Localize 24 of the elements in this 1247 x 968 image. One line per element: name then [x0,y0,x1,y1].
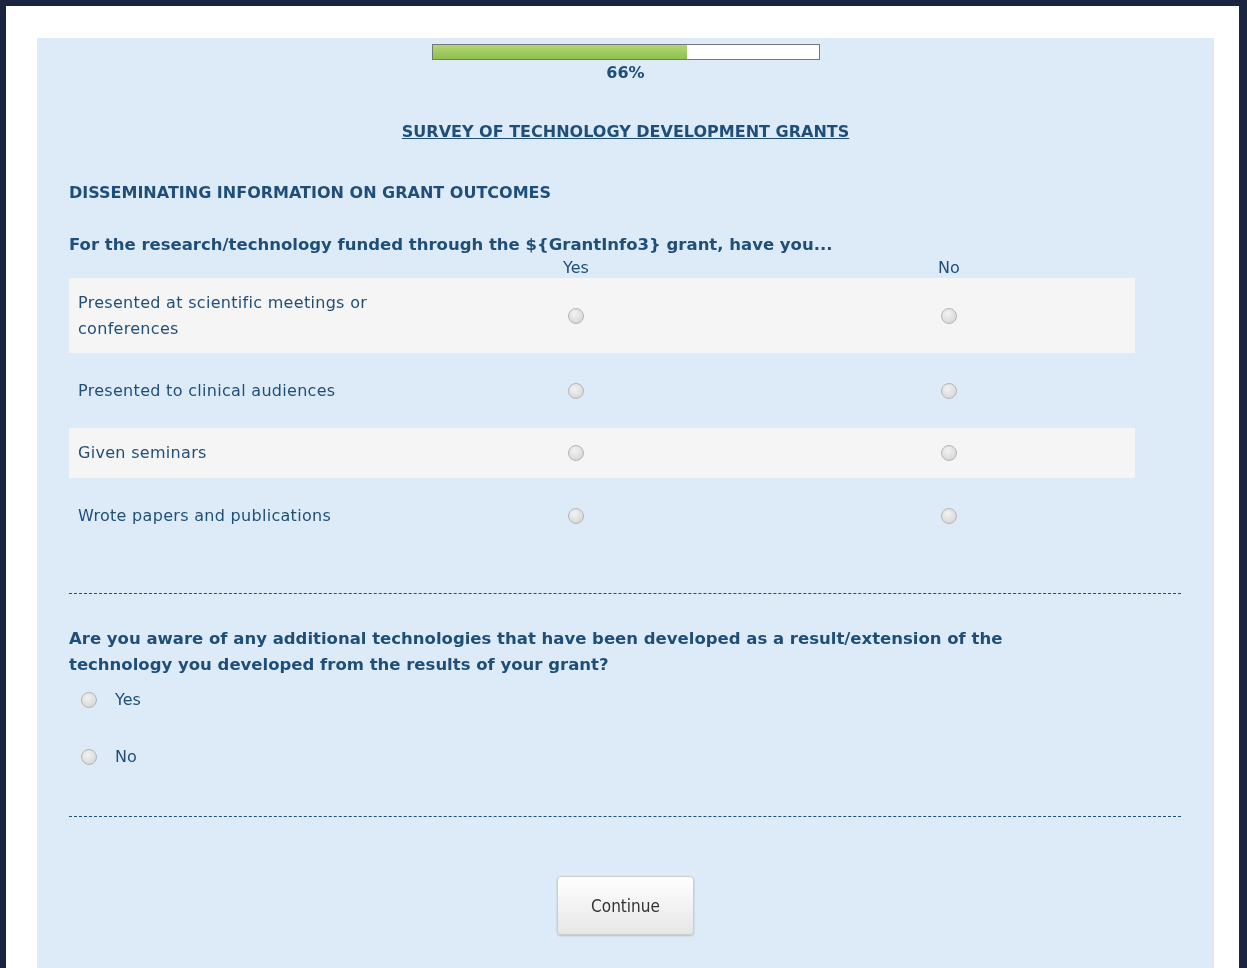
option-label: Yes [115,690,141,709]
column-header: No [938,258,960,278]
radio-button[interactable] [81,691,97,708]
radio-button[interactable] [568,507,584,524]
radio-button[interactable] [941,382,957,399]
radio-button[interactable] [81,748,97,765]
row-label: Given seminars [77,442,208,464]
progress-percent: 66% [606,63,645,82]
row-label: Presented to clinical audiences [77,379,337,402]
column-header: Yes [563,258,589,278]
radio-button[interactable] [941,445,957,461]
section-heading: DISSEMINATING INFORMATION ON GRANT OUTCOMES [69,183,553,202]
question-text: For the research/technology funded through the ${GrantInfo3} grant, have you... [69,234,834,256]
radio-button[interactable] [941,507,957,524]
radio-button[interactable] [568,382,584,399]
radio-button[interactable] [568,307,584,324]
radio-button[interactable] [941,307,957,324]
survey-title: SURVEY OF TECHNOLOGY DEVELOPMENT GRANTS [401,122,850,141]
option-label: No [115,747,137,766]
row-label: Wrote papers and publications [77,504,333,527]
radio-button[interactable] [568,445,584,461]
row-label: Presented at scientific meetings or conferences [77,291,368,340]
question-text: Are you aware of any additional technologies that have been developed as a result/extension of the technology you developed from the results of your grant? [69,628,1004,676]
continue-button[interactable]: Continue [557,876,694,935]
